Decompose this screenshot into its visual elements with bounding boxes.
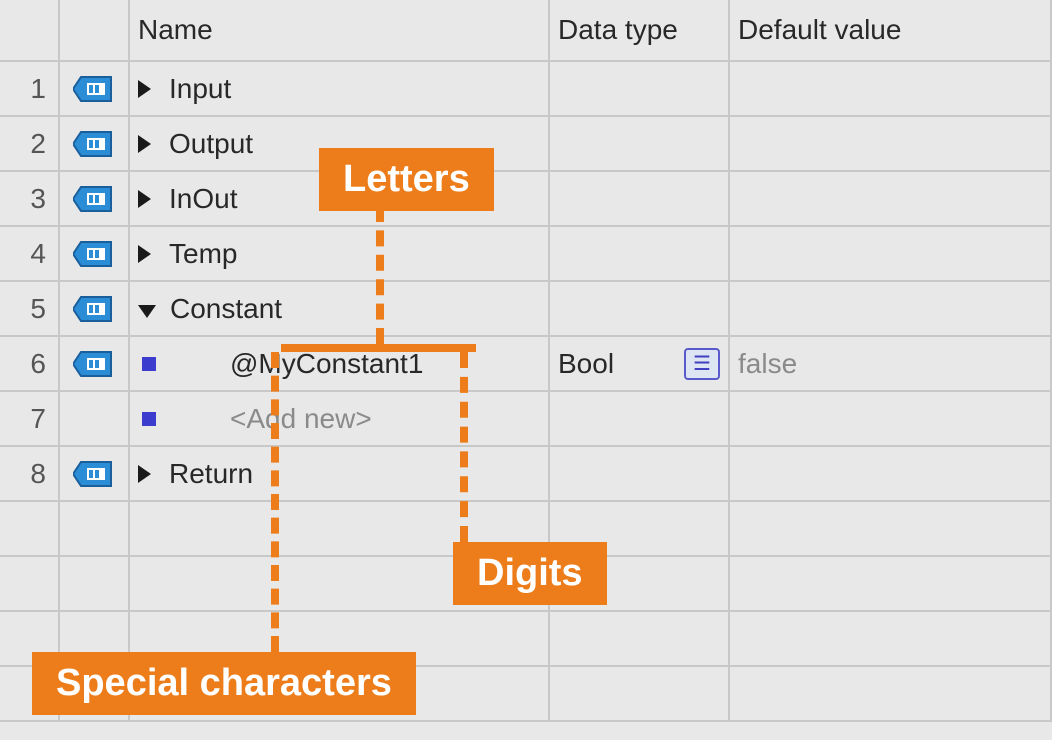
row-number: 5 <box>0 282 60 335</box>
category-name: InOut <box>169 183 237 215</box>
tag-icon <box>73 240 115 268</box>
row-number: 7 <box>0 392 60 445</box>
default-cell <box>730 117 1052 170</box>
tag-icon-cell <box>60 62 130 115</box>
default-cell <box>730 62 1052 115</box>
tag-icon-cell <box>60 447 130 500</box>
table-row[interactable]: 5 Constant <box>0 282 1052 337</box>
category-name: Output <box>169 128 253 160</box>
expand-right-icon[interactable] <box>138 183 169 215</box>
default-cell <box>730 447 1052 500</box>
datatype-cell <box>550 447 730 500</box>
datatype-value: Bool <box>558 348 614 380</box>
table-row[interactable]: 3 InOut <box>0 172 1052 227</box>
tag-icon <box>73 185 115 213</box>
name-cell[interactable]: <Add new> <box>130 392 550 445</box>
row-number: 3 <box>0 172 60 225</box>
row-number: 4 <box>0 227 60 280</box>
item-bullet-icon <box>142 357 156 371</box>
default-value: false <box>738 348 797 380</box>
table-row[interactable]: 4 Temp <box>0 227 1052 282</box>
special-connector <box>271 352 279 652</box>
name-cell[interactable]: Constant <box>130 282 550 335</box>
datatype-cell <box>550 62 730 115</box>
row-number: 6 <box>0 337 60 390</box>
datatype-cell <box>550 117 730 170</box>
datatype-cell <box>550 392 730 445</box>
expand-right-icon[interactable] <box>138 128 169 160</box>
name-cell[interactable]: Input <box>130 62 550 115</box>
expand-right-icon[interactable] <box>138 238 169 270</box>
datatype-cell[interactable]: Bool ☰ <box>550 337 730 390</box>
header-name[interactable]: Name <box>130 0 550 60</box>
digits-connector <box>460 352 468 542</box>
tag-icon <box>73 350 115 378</box>
table-row[interactable]: 2 Output <box>0 117 1052 172</box>
annotation-special: Special characters <box>32 652 416 715</box>
tag-icon-cell <box>60 172 130 225</box>
header-datatype[interactable]: Data type <box>550 0 730 60</box>
datatype-picker-icon[interactable]: ☰ <box>684 348 720 380</box>
header-iconcol <box>60 0 130 60</box>
name-cell[interactable]: Return <box>130 447 550 500</box>
default-cell <box>730 282 1052 335</box>
tag-icon-cell <box>60 117 130 170</box>
category-name: Constant <box>170 293 282 325</box>
header-default[interactable]: Default value <box>730 0 1052 60</box>
annotation-digits: Digits <box>453 542 607 605</box>
default-cell <box>730 172 1052 225</box>
datatype-cell <box>550 172 730 225</box>
default-cell <box>730 392 1052 445</box>
row-number: 1 <box>0 62 60 115</box>
datatype-cell <box>550 227 730 280</box>
tag-icon <box>73 130 115 158</box>
row-number: 2 <box>0 117 60 170</box>
default-cell[interactable]: false <box>730 337 1052 390</box>
table-row[interactable]: 1 Input <box>0 62 1052 117</box>
constant-name: @MyConstant1 <box>182 348 423 380</box>
expand-down-icon[interactable] <box>138 293 170 325</box>
tag-icon-cell <box>60 282 130 335</box>
expand-right-icon[interactable] <box>138 73 169 105</box>
category-name: Input <box>169 73 231 105</box>
letters-connector <box>376 206 384 344</box>
tag-icon <box>73 295 115 323</box>
name-cell[interactable]: Temp <box>130 227 550 280</box>
letters-connector-h <box>281 344 476 352</box>
tag-icon <box>73 460 115 488</box>
table-header-row: Name Data type Default value <box>0 0 1052 62</box>
category-name: Temp <box>169 238 237 270</box>
table-row[interactable]: 8 Return <box>0 447 1052 502</box>
variable-table: Name Data type Default value 1 Input 2 O… <box>0 0 1052 722</box>
datatype-cell <box>550 282 730 335</box>
row-number: 8 <box>0 447 60 500</box>
tag-icon-cell <box>60 227 130 280</box>
item-bullet-icon <box>142 412 156 426</box>
expand-right-icon[interactable] <box>138 458 169 490</box>
tag-icon-cell <box>60 392 130 445</box>
tag-icon <box>73 75 115 103</box>
table-row[interactable]: 6 @MyConstant1 Bool ☰ false <box>0 337 1052 392</box>
default-cell <box>730 227 1052 280</box>
header-rownum <box>0 0 60 60</box>
annotation-letters: Letters <box>319 148 494 211</box>
category-name: Return <box>169 458 253 490</box>
table-row[interactable]: 7 <Add new> <box>0 392 1052 447</box>
tag-icon-cell <box>60 337 130 390</box>
